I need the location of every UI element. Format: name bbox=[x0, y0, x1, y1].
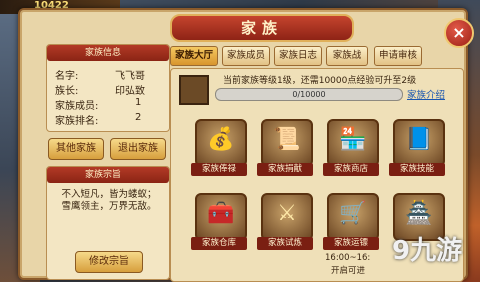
other-clans-button[interactable]: 其他家族 bbox=[48, 138, 104, 160]
tab-clan-hall[interactable]: 家族大厅 bbox=[170, 46, 218, 66]
feature-label: 家族俸禄 bbox=[191, 163, 247, 176]
feature-clan-trial[interactable]: ⚔ 家族试炼 bbox=[257, 193, 313, 253]
treasure-chest-icon: 🧰 bbox=[195, 193, 247, 241]
feature-clan-donate[interactable]: 📜 家族捐献 bbox=[257, 119, 313, 179]
tab-applications[interactable]: 申请审核 bbox=[374, 46, 422, 66]
clan-info-box: 家族信息 名字: 飞飞哥 族长: 印弘致 家族成员: 1 家族排名: 2 bbox=[46, 44, 170, 132]
info-value-members: 1 bbox=[135, 97, 142, 108]
clan-level-text: 当前家族等级1级，还需10000点经验可升至2级 bbox=[223, 76, 417, 86]
clan-emblem bbox=[179, 75, 209, 105]
feature-clan-shop[interactable]: 🏪 家族商店 bbox=[323, 119, 379, 179]
tab-clan-war[interactable]: 家族战 bbox=[326, 46, 368, 66]
info-value-leader: 印弘致 bbox=[115, 86, 145, 97]
feature-clan-salary[interactable]: 💰 家族俸禄 bbox=[191, 119, 247, 179]
panel-title-bar: 家族 bbox=[170, 14, 354, 42]
clan-intro-link[interactable]: 家族介绍 bbox=[407, 87, 445, 101]
edit-motto-button[interactable]: 修改宗旨 bbox=[75, 251, 143, 273]
cart-icon: 🛒 bbox=[327, 193, 379, 241]
feature-label: 家族商店 bbox=[323, 163, 379, 176]
tab-clan-members[interactable]: 家族成员 bbox=[222, 46, 270, 66]
info-value-rank: 2 bbox=[135, 112, 142, 123]
close-icon: × bbox=[452, 23, 466, 42]
clan-motto-header: 家族宗旨 bbox=[47, 167, 169, 183]
panel-title: 家族 bbox=[240, 19, 283, 37]
feature-label: 家族技能 bbox=[389, 163, 445, 176]
feature-clan-warehouse[interactable]: 🧰 家族仓库 bbox=[191, 193, 247, 253]
feature-label: 家族捐献 bbox=[257, 163, 313, 176]
crossed-swords-icon: ⚔ bbox=[261, 193, 313, 241]
skill-book-icon: 📘 bbox=[393, 119, 445, 167]
clan-motto-box: 家族宗旨 不入短凡，皆为蝼蚁；雪鹰领主，万界无敌。 修改宗旨 bbox=[46, 166, 170, 280]
event-time: 16:00~16: bbox=[325, 253, 371, 263]
feature-clan-escort[interactable]: 🛒 家族运镖 16:00~16: 开启可进 bbox=[323, 193, 379, 276]
quit-clan-button[interactable]: 退出家族 bbox=[110, 138, 166, 160]
shop-icon: 🏪 bbox=[327, 119, 379, 167]
feature-label: 家族仓库 bbox=[191, 237, 247, 250]
feature-clan-skills[interactable]: 📘 家族技能 bbox=[389, 119, 445, 179]
feature-label: 家族运镖 bbox=[323, 237, 379, 250]
money-bag-icon: 💰 bbox=[195, 119, 247, 167]
feature-label: 家族试炼 bbox=[257, 237, 313, 250]
info-label-leader: 族长: bbox=[55, 86, 79, 97]
exp-progress-label: 0/10000 bbox=[292, 90, 326, 99]
info-label-members: 家族成员: bbox=[55, 101, 99, 112]
info-value-name: 飞飞哥 bbox=[115, 71, 145, 82]
clan-motto-text: 不入短凡，皆为蝼蚁；雪鹰领主，万界无敌。 bbox=[61, 189, 157, 212]
clan-info-header: 家族信息 bbox=[47, 45, 169, 61]
info-label-rank: 家族排名: bbox=[55, 116, 99, 127]
site-watermark: 9九游 bbox=[392, 236, 463, 266]
event-status: 开启可进 bbox=[331, 266, 366, 276]
left-column: 家族信息 名字: 飞飞哥 族长: 印弘致 家族成员: 1 家族排名: 2 其他家… bbox=[46, 44, 170, 280]
info-label-name: 名字: bbox=[55, 71, 79, 82]
tab-clan-log[interactable]: 家族日志 bbox=[274, 46, 322, 66]
scroll-icon: 📜 bbox=[261, 119, 313, 167]
exp-progress-bar: 0/10000 bbox=[215, 88, 403, 101]
